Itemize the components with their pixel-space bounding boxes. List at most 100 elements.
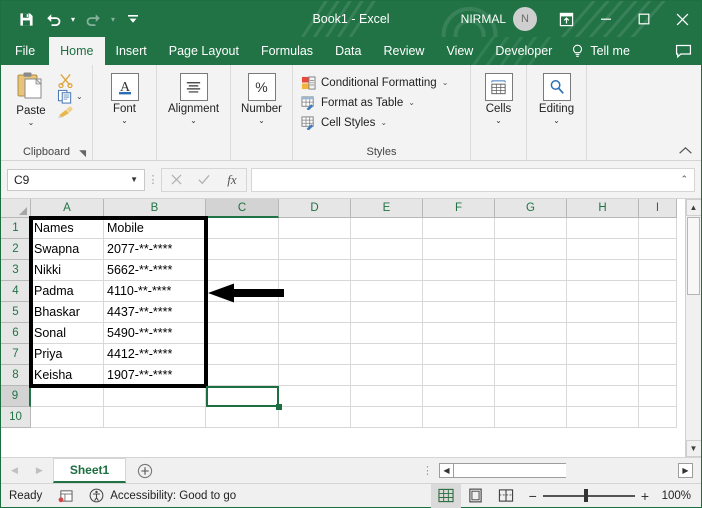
column-header-f[interactable]: F [423, 199, 495, 218]
cell-F5[interactable] [423, 302, 495, 323]
horizontal-scrollbar-track[interactable] [454, 463, 566, 478]
cell-E5[interactable] [351, 302, 423, 323]
column-header-d[interactable]: D [279, 199, 351, 218]
number-chevron-down-icon[interactable]: ⌄ [258, 116, 265, 125]
cell-B8[interactable]: 1907-**-**** [104, 365, 206, 386]
cell-D4[interactable] [279, 281, 351, 302]
row-header-3[interactable]: 3 [1, 260, 31, 281]
cell-C3[interactable] [206, 260, 279, 281]
add-sheet-button[interactable] [126, 458, 164, 483]
cell-C10[interactable] [206, 407, 279, 428]
scroll-up-button[interactable]: ▲ [686, 199, 702, 216]
maximize-button[interactable] [625, 1, 663, 37]
cell-B9[interactable] [104, 386, 206, 407]
cell-E2[interactable] [351, 239, 423, 260]
cell-F7[interactable] [423, 344, 495, 365]
cell-F2[interactable] [423, 239, 495, 260]
cell-D2[interactable] [279, 239, 351, 260]
cell-B2[interactable]: 2077-**-**** [104, 239, 206, 260]
zoom-slider-thumb[interactable] [584, 489, 588, 502]
cell-C2[interactable] [206, 239, 279, 260]
cell-F9[interactable] [423, 386, 495, 407]
scroll-right-button[interactable]: ▶ [678, 463, 693, 478]
cell-C4[interactable] [206, 281, 279, 302]
insert-function-button[interactable]: fx [218, 169, 246, 191]
cell-H5[interactable] [567, 302, 639, 323]
cell-H3[interactable] [567, 260, 639, 281]
copy-dropdown-arrow[interactable]: ⌄ [76, 92, 83, 101]
cell-H10[interactable] [567, 407, 639, 428]
column-header-b[interactable]: B [104, 199, 206, 218]
cell-F8[interactable] [423, 365, 495, 386]
cell-H1[interactable] [567, 218, 639, 239]
row-header-4[interactable]: 4 [1, 281, 31, 302]
cell-I10[interactable] [639, 407, 677, 428]
cell-styles-button[interactable]: Cell Styles ⌄ [299, 113, 389, 132]
cell-B7[interactable]: 4412-**-**** [104, 344, 206, 365]
ribbon-display-options-button[interactable] [549, 1, 583, 37]
column-header-c[interactable]: C [206, 199, 279, 218]
conditional-formatting-button[interactable]: Conditional Formatting ⌄ [299, 73, 450, 92]
formula-bar-grip[interactable]: ⋮ [145, 173, 161, 186]
cell-F10[interactable] [423, 407, 495, 428]
row-header-1[interactable]: 1 [1, 218, 31, 239]
tell-me-button[interactable]: Tell me [563, 37, 640, 65]
cell-G10[interactable] [495, 407, 567, 428]
tab-developer[interactable]: Developer [484, 37, 563, 65]
format-as-table-chevron-down-icon[interactable]: ⌄ [408, 98, 415, 107]
row-header-10[interactable]: 10 [1, 407, 31, 428]
previous-sheet-button[interactable]: ◀ [11, 465, 18, 476]
undo-button[interactable] [40, 6, 66, 32]
cell-E10[interactable] [351, 407, 423, 428]
tab-home[interactable]: Home [49, 37, 104, 65]
save-button[interactable] [13, 6, 39, 32]
tab-file[interactable]: File [1, 37, 49, 65]
cell-G1[interactable] [495, 218, 567, 239]
cell-A4[interactable]: Padma [31, 281, 104, 302]
close-button[interactable] [663, 1, 701, 37]
conditional-formatting-chevron-down-icon[interactable]: ⌄ [442, 78, 449, 87]
row-header-2[interactable]: 2 [1, 239, 31, 260]
cell-I3[interactable] [639, 260, 677, 281]
cell-E8[interactable] [351, 365, 423, 386]
horizontal-scrollbar[interactable]: ◀ ▶ [439, 458, 701, 483]
cell-D1[interactable] [279, 218, 351, 239]
alignment-button[interactable]: Alignment ⌄ [162, 71, 225, 127]
font-button[interactable]: A Font ⌄ [99, 71, 150, 127]
cell-H8[interactable] [567, 365, 639, 386]
formula-input[interactable]: ⌃ [251, 168, 695, 192]
number-button[interactable]: % Number ⌄ [235, 71, 288, 127]
cell-I1[interactable] [639, 218, 677, 239]
cell-I6[interactable] [639, 323, 677, 344]
cut-icon[interactable] [57, 73, 74, 88]
cell-F3[interactable] [423, 260, 495, 281]
cell-B6[interactable]: 5490-**-**** [104, 323, 206, 344]
cell-B3[interactable]: 5662-**-**** [104, 260, 206, 281]
cell-C1[interactable] [206, 218, 279, 239]
redo-button[interactable] [80, 6, 106, 32]
name-box-chevron-down-icon[interactable]: ▼ [130, 175, 138, 184]
tab-view[interactable]: View [435, 37, 484, 65]
redo-dropdown-arrow[interactable]: ▾ [107, 6, 119, 32]
cell-styles-chevron-down-icon[interactable]: ⌄ [380, 118, 387, 127]
collapse-ribbon-button[interactable] [678, 146, 693, 158]
normal-view-button[interactable] [431, 484, 461, 508]
cell-E9[interactable] [351, 386, 423, 407]
cancel-entry-button[interactable] [162, 169, 190, 191]
cell-F4[interactable] [423, 281, 495, 302]
scroll-left-button[interactable]: ◀ [439, 463, 454, 478]
cell-A2[interactable]: Swapna [31, 239, 104, 260]
cell-B1[interactable]: Mobile [104, 218, 206, 239]
comments-button[interactable] [665, 37, 701, 65]
next-sheet-button[interactable]: ▶ [36, 465, 43, 476]
cell-H7[interactable] [567, 344, 639, 365]
format-as-table-button[interactable]: Format as Table ⌄ [299, 93, 417, 112]
cell-H2[interactable] [567, 239, 639, 260]
cell-G8[interactable] [495, 365, 567, 386]
format-painter-icon[interactable] [57, 105, 76, 120]
row-header-7[interactable]: 7 [1, 344, 31, 365]
cell-I8[interactable] [639, 365, 677, 386]
cell-G3[interactable] [495, 260, 567, 281]
cell-E3[interactable] [351, 260, 423, 281]
cell-I5[interactable] [639, 302, 677, 323]
